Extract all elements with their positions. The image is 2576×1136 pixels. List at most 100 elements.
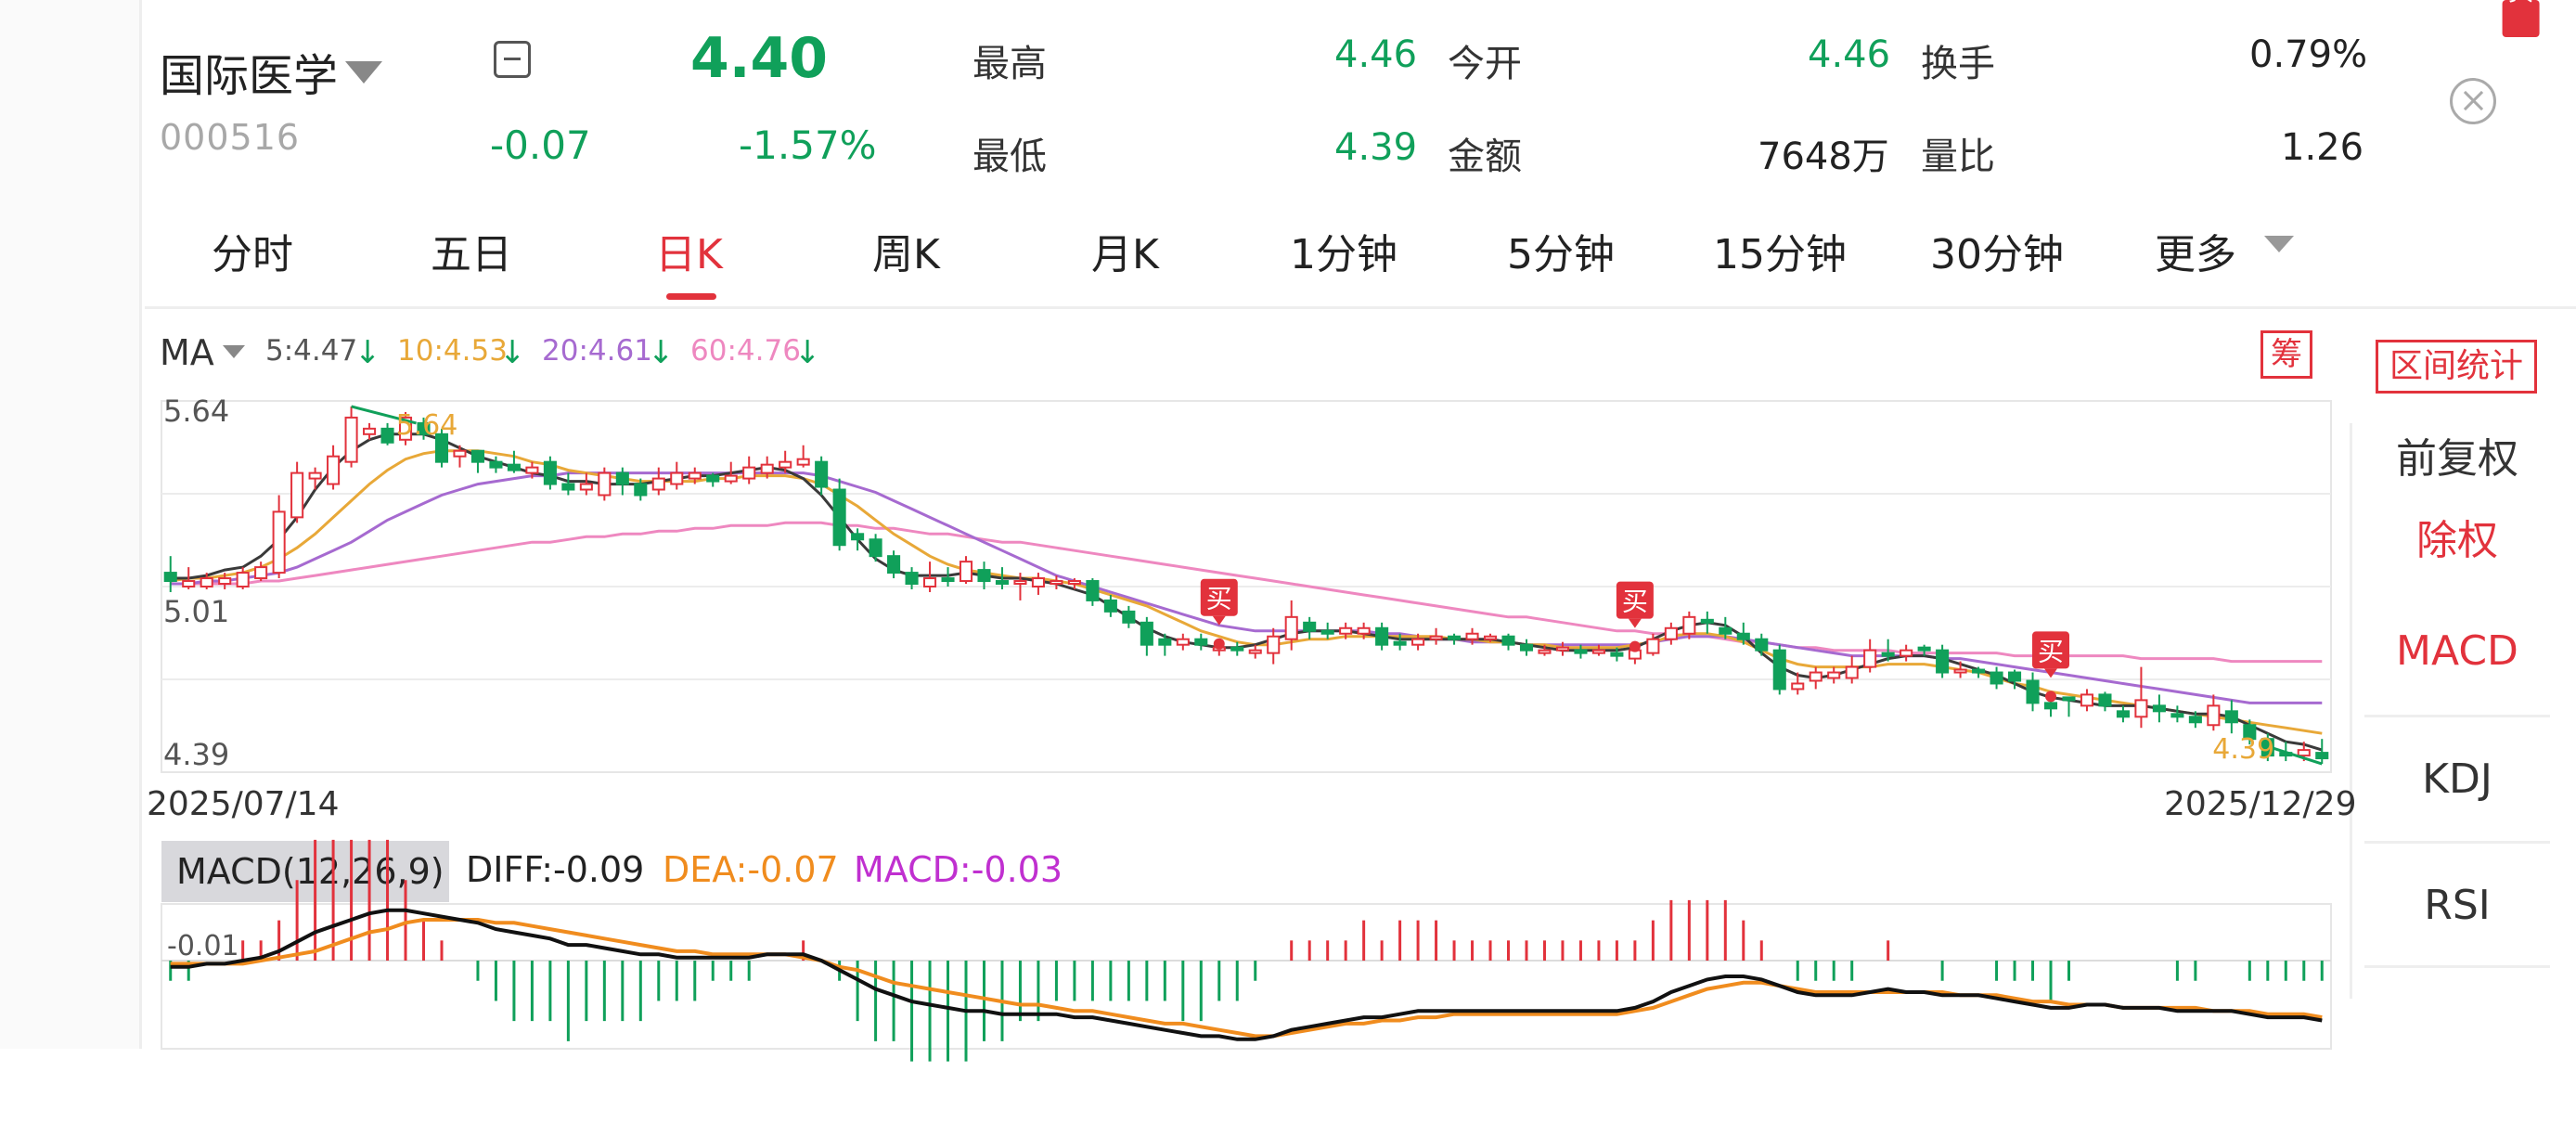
candle-body <box>543 460 557 485</box>
candle-body <box>2188 716 2202 724</box>
diff-line <box>170 908 2323 1041</box>
candle-body <box>2170 713 2184 718</box>
candle-body <box>344 416 358 463</box>
candle-body <box>1086 580 1100 601</box>
kline-chart[interactable]: 5.645.014.395.644.39买买买买-0.01 <box>0 0 2576 1136</box>
macd-y-label: -0.01 <box>167 930 239 962</box>
candle-body <box>1555 646 1569 652</box>
candle-body <box>308 471 322 480</box>
candle-body <box>2116 710 2130 718</box>
candle-body <box>779 460 792 469</box>
candle-body <box>2008 671 2022 682</box>
candle-body <box>977 569 991 583</box>
max-price-label: 5.64 <box>396 409 458 442</box>
candle-body <box>634 483 648 497</box>
candle-body <box>561 483 575 491</box>
candle-body <box>1339 626 1353 635</box>
candle-body <box>941 577 955 583</box>
candle-body <box>1067 580 1081 586</box>
candle-body <box>453 449 467 458</box>
candle-body <box>380 427 394 444</box>
buy-marker-label: 买 <box>1206 584 1232 614</box>
candle-body <box>1610 652 1624 657</box>
candle-body <box>1772 649 1786 691</box>
candle-body <box>688 471 702 480</box>
candle-body <box>1953 668 1967 674</box>
candle-body <box>1357 626 1371 635</box>
min-price-label: 4.39 <box>2212 733 2274 766</box>
candle-body <box>1050 580 1063 586</box>
candle-body <box>1176 638 1190 646</box>
candle-body <box>2062 696 2076 702</box>
candle-body <box>327 455 341 485</box>
candle-body <box>290 471 304 519</box>
ma20-line <box>170 471 2323 704</box>
candle-body <box>905 572 919 586</box>
candle-body <box>1972 668 1986 674</box>
candle-body <box>923 577 937 588</box>
candle-body <box>815 460 829 488</box>
candle-body <box>2043 702 2058 710</box>
candle-body <box>851 533 865 541</box>
candle-body <box>832 488 846 547</box>
candle-body <box>254 566 268 580</box>
candle-body <box>1483 635 1498 640</box>
candle-body <box>887 555 901 574</box>
candle-body <box>1990 671 2003 685</box>
candle-body <box>1393 640 1407 646</box>
buy-marker-label: 买 <box>2038 636 2064 666</box>
candle-body <box>742 466 756 480</box>
candle-body <box>2207 704 2221 727</box>
candle-body <box>1519 643 1534 652</box>
candle-body <box>1248 649 1262 654</box>
candle-body <box>1881 652 1895 657</box>
candle-body <box>1284 615 1298 640</box>
candle-body <box>1303 621 1317 632</box>
buy-marker-pointer <box>1628 618 1642 628</box>
y-axis-label: 5.01 <box>163 594 229 629</box>
candle-body <box>995 580 1010 586</box>
candle-body <box>1140 621 1153 646</box>
candle-body <box>1448 635 1462 640</box>
candle-body <box>1194 638 1208 646</box>
candle-body <box>1736 632 1750 640</box>
candle-body <box>670 471 684 485</box>
candle-body <box>1013 580 1027 586</box>
candle-body <box>2098 693 2112 707</box>
candle-body <box>1375 626 1389 646</box>
candle-body <box>1719 626 1732 635</box>
candle-body <box>1158 638 1172 646</box>
candle-body <box>1031 577 1045 588</box>
candle-body <box>1646 638 1660 654</box>
candle-body <box>1230 646 1244 652</box>
candle-body <box>1664 626 1678 640</box>
candle-body <box>760 463 774 474</box>
candle-body <box>1267 635 1281 654</box>
candle-body <box>1320 629 1334 635</box>
candle-body <box>2026 679 2040 704</box>
candle-body <box>489 460 503 469</box>
candle-body <box>1122 610 1136 624</box>
buy-dot <box>1629 640 1641 652</box>
candle-body <box>1791 682 1805 691</box>
candle-body <box>796 458 810 466</box>
candle-body <box>1465 632 1479 640</box>
candle-body <box>272 510 286 574</box>
candle-body <box>363 427 377 435</box>
candle-body <box>1863 649 1877 668</box>
candle-body <box>1827 671 1841 679</box>
candle-body <box>1682 615 1696 635</box>
candle-body <box>507 463 521 471</box>
candle-body <box>236 572 250 588</box>
candle-body <box>1501 635 1515 646</box>
candle-body <box>579 483 593 491</box>
buy-dot <box>1213 638 1225 650</box>
candle-body <box>1755 638 1769 652</box>
candle-body <box>1411 638 1425 646</box>
candle-body <box>1591 649 1605 654</box>
candle-body <box>1538 649 1552 654</box>
candle-body <box>1429 635 1443 640</box>
candle-body <box>1809 671 1823 682</box>
candle-body <box>615 471 629 485</box>
buy-dot <box>2045 691 2057 703</box>
